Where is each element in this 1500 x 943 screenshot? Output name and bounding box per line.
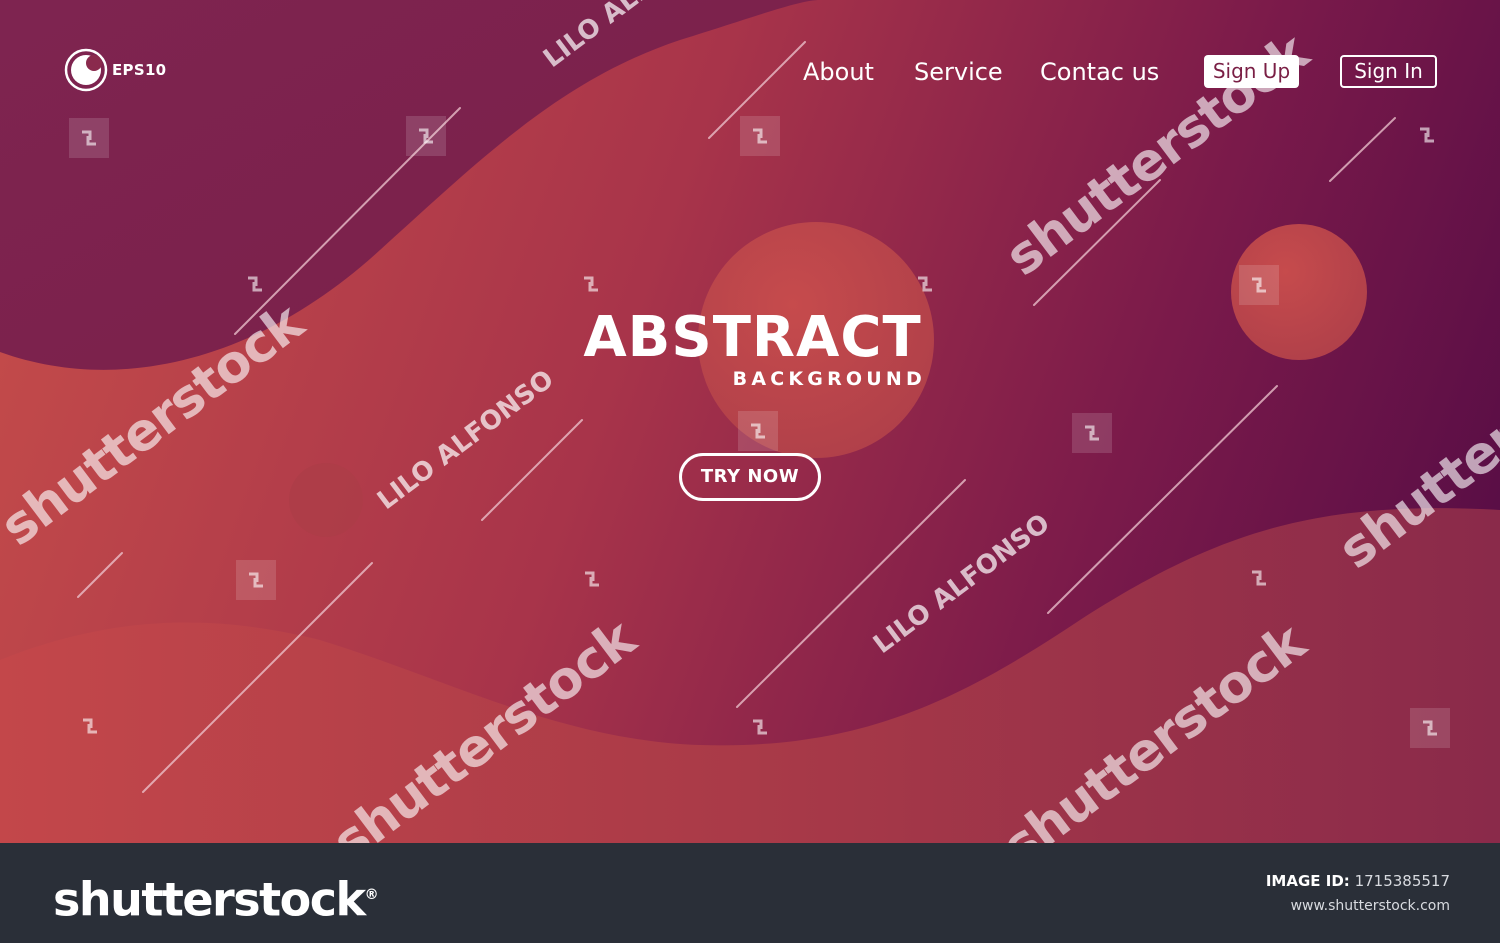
image-id-label: IMAGE ID: bbox=[1265, 872, 1350, 890]
abstract-background bbox=[0, 0, 1500, 843]
sign-up-button[interactable]: Sign Up bbox=[1204, 55, 1299, 88]
site-url[interactable]: www.shutterstock.com bbox=[1291, 897, 1450, 915]
image-id: IMAGE ID: 1715385517 bbox=[1266, 871, 1450, 891]
nav-link-about[interactable]: About bbox=[803, 54, 874, 90]
hero-section: shutterstock shutterstock shutterstock s… bbox=[0, 0, 1500, 843]
hero-headline: ABSTRACT bbox=[583, 305, 922, 370]
registered-mark: ® bbox=[364, 887, 379, 903]
footer-logo[interactable]: shutterstock® bbox=[53, 866, 379, 928]
sign-in-button[interactable]: Sign In bbox=[1340, 55, 1437, 88]
nav-link-service[interactable]: Service bbox=[914, 54, 1003, 90]
try-now-button[interactable]: TRY NOW bbox=[679, 453, 821, 501]
hero-subline: BACKGROUND bbox=[732, 368, 926, 390]
footer-logo-text: shutterstock bbox=[53, 872, 366, 927]
nav-link-contact[interactable]: Contac us bbox=[1040, 54, 1159, 90]
image-id-value: 1715385517 bbox=[1354, 872, 1450, 890]
